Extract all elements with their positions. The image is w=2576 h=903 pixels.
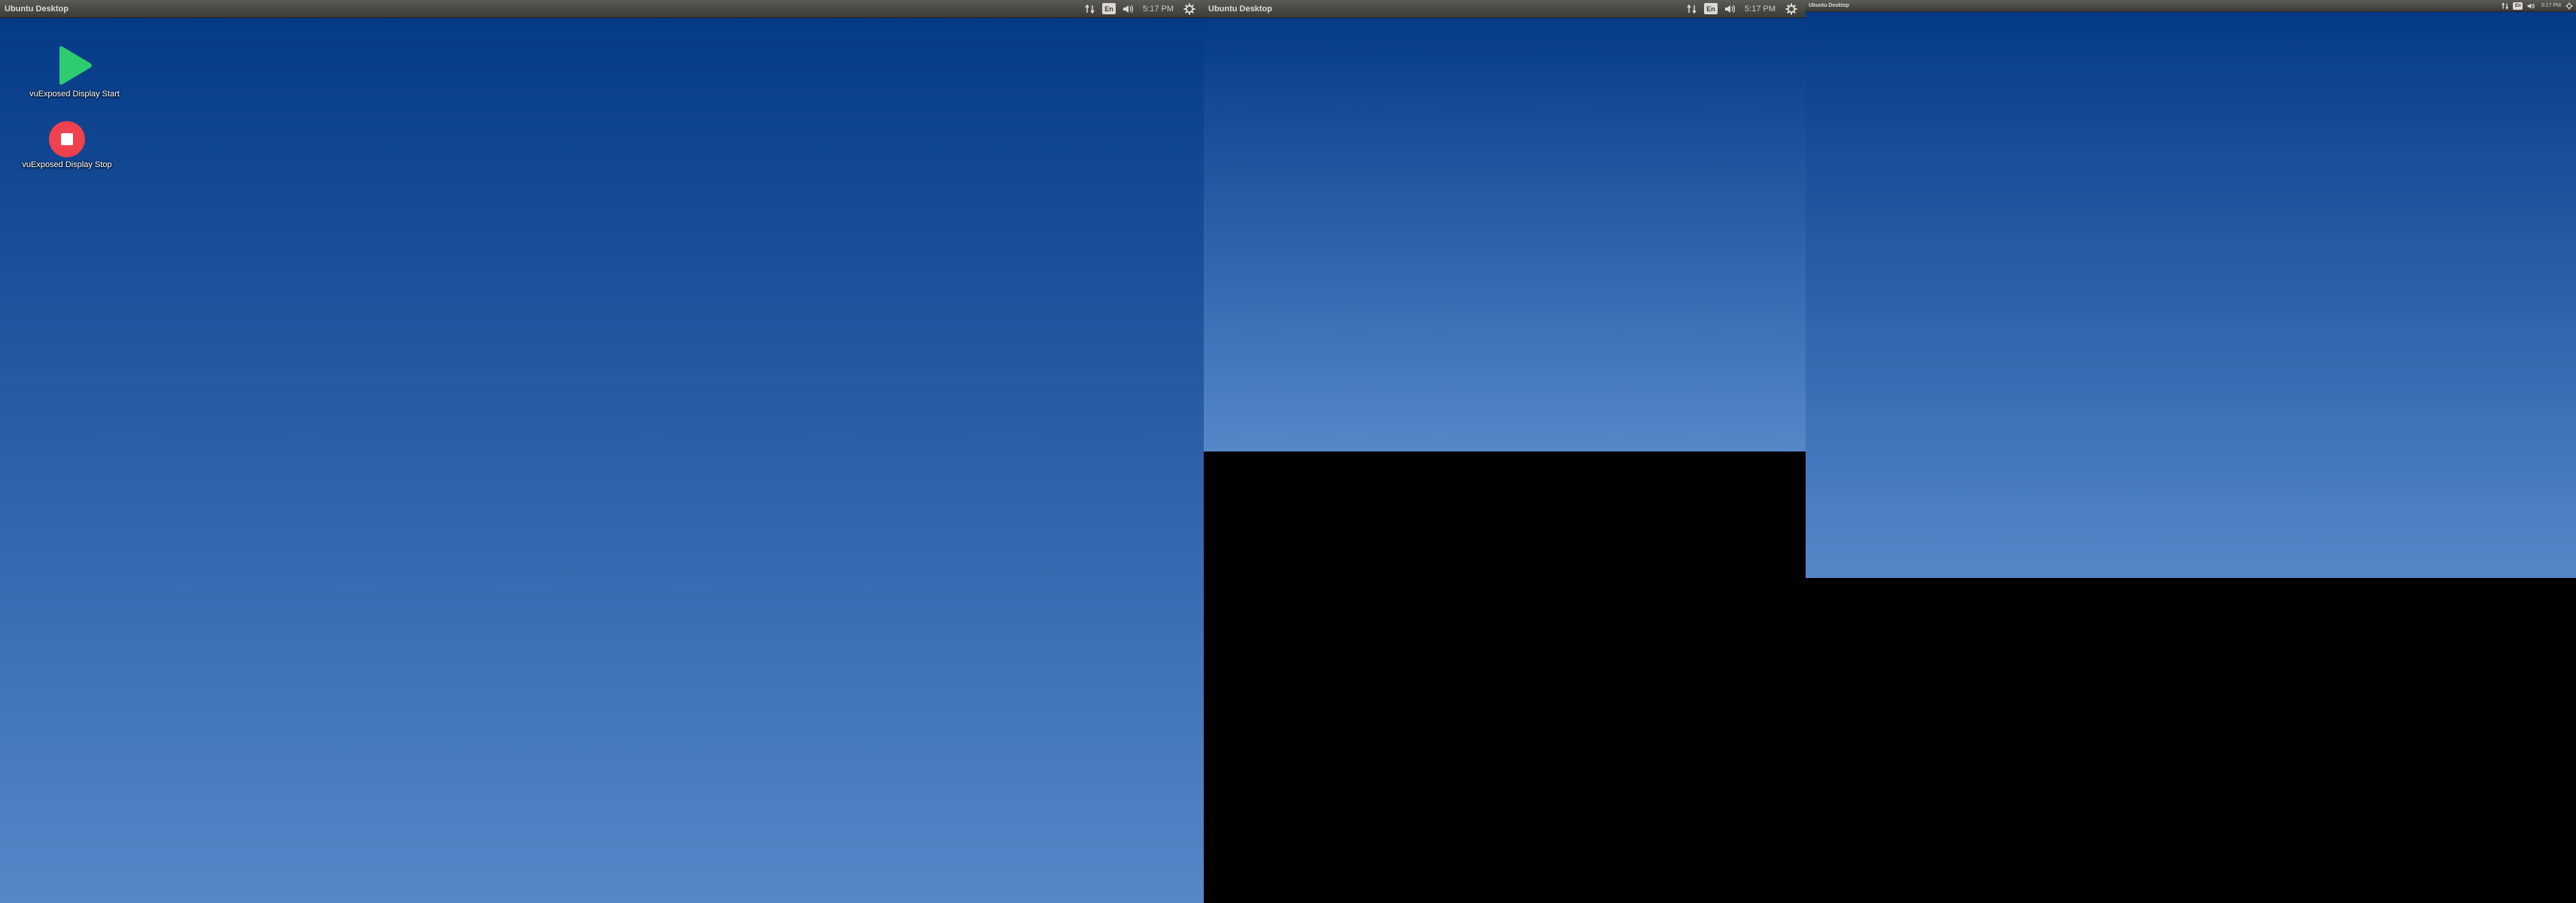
desktop-wallpaper[interactable] [1806, 12, 2576, 578]
keyboard-layout-label: En [1704, 3, 1718, 14]
keyboard-layout-indicator[interactable]: En [1099, 0, 1119, 17]
network-icon[interactable] [2499, 0, 2511, 11]
top-panel: Ubuntu Desktop En 5:17 PM [1806, 0, 2576, 12]
keyboard-layout-label: En [1102, 3, 1116, 14]
panel-title[interactable]: Ubuntu Desktop [5, 5, 68, 14]
desktop-icon-display-stop[interactable]: vuExposed Display Stop [18, 120, 116, 169]
sound-icon[interactable] [1721, 0, 1740, 17]
panel-clock[interactable]: 5:17 PM [1143, 5, 1174, 14]
panel-title[interactable]: Ubuntu Desktop [1208, 5, 1272, 14]
play-icon [59, 46, 92, 85]
keyboard-layout-label: En [2513, 2, 2523, 10]
keyboard-layout-indicator[interactable]: En [2511, 0, 2525, 11]
desktop-icon-label: vuExposed Display Start [29, 90, 120, 99]
screen-1: Ubuntu Desktop En 5:17 PM vuExposed Disp… [0, 0, 1204, 903]
panel-clock[interactable]: 5:17 PM [2541, 3, 2561, 8]
gear-icon[interactable] [1782, 0, 1801, 17]
stop-icon [49, 121, 85, 157]
uncovered-area [1204, 451, 1806, 903]
sound-icon[interactable] [2525, 0, 2538, 11]
keyboard-layout-indicator[interactable]: En [1701, 0, 1721, 17]
network-icon[interactable] [1683, 0, 1701, 17]
screen-2: Ubuntu Desktop En 5:17 PM [1204, 0, 1806, 903]
desktop-wallpaper[interactable] [1204, 18, 1806, 451]
desktop-wallpaper[interactable] [0, 18, 1204, 903]
screen-3: Ubuntu Desktop En 5:17 PM [1806, 0, 2576, 903]
uncovered-area [1806, 578, 2576, 903]
desktop-icon-label: vuExposed Display Stop [22, 160, 112, 169]
panel-title[interactable]: Ubuntu Desktop [1809, 3, 1849, 8]
sound-icon[interactable] [1119, 0, 1138, 17]
top-panel: Ubuntu Desktop En 5:17 PM [0, 0, 1204, 18]
gear-icon[interactable] [1180, 0, 1199, 17]
desktop-icon-display-start[interactable]: vuExposed Display Start [26, 45, 123, 99]
network-icon[interactable] [1081, 0, 1099, 17]
gear-icon[interactable] [2564, 0, 2574, 11]
top-panel: Ubuntu Desktop En 5:17 PM [1204, 0, 1806, 18]
panel-clock[interactable]: 5:17 PM [1745, 5, 1776, 14]
